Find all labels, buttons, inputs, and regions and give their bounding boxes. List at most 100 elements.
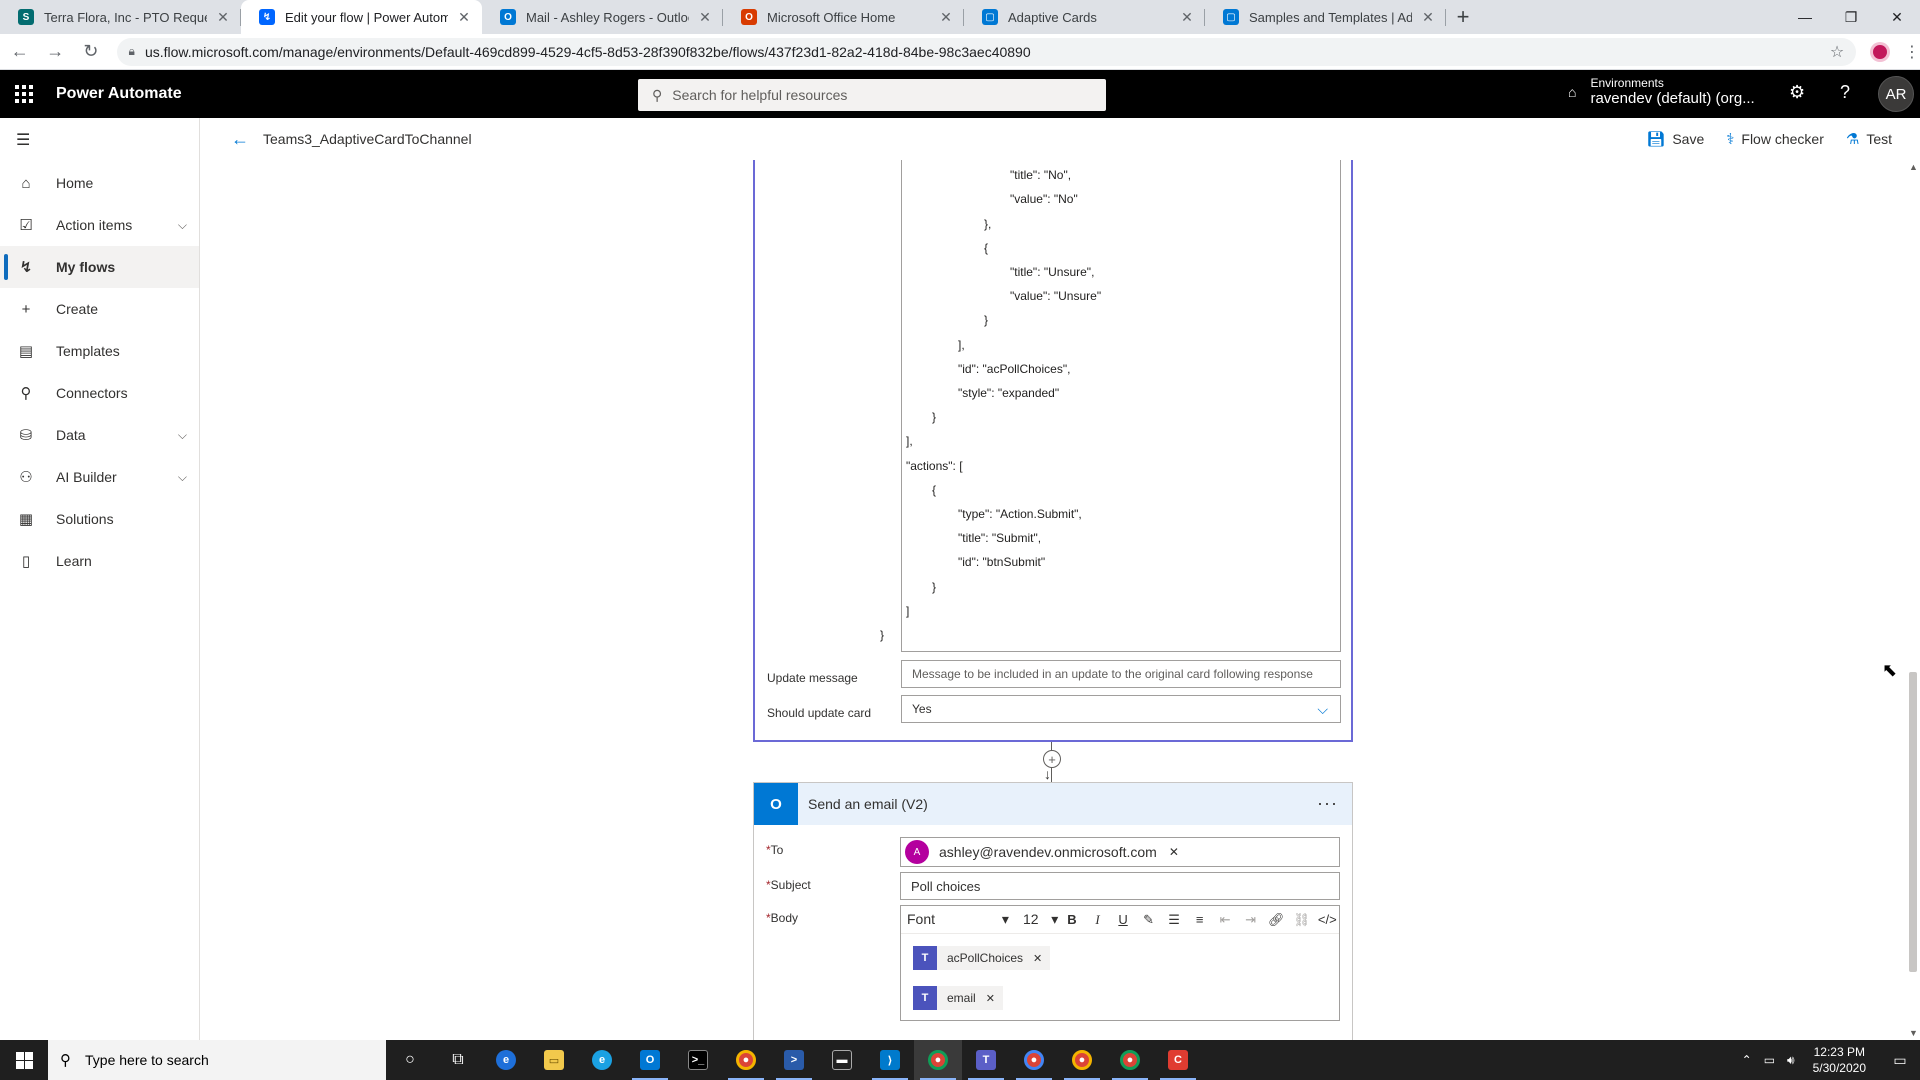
bulleted-list-icon[interactable]: ☰ — [1162, 912, 1186, 928]
console-icon[interactable]: ▬ — [818, 1040, 866, 1080]
browser-tab[interactable]: S Terra Flora, Inc - PTO Requests - ✕ — [0, 0, 241, 34]
flow-checker-button[interactable]: ⚕ Flow checker — [1726, 130, 1824, 148]
start-button[interactable] — [0, 1040, 48, 1080]
tab-close-icon[interactable]: ✕ — [1179, 9, 1195, 25]
search-input[interactable]: ⚲ Search for helpful resources — [638, 79, 1106, 111]
browser-menu-icon[interactable]: ⋮ — [1904, 42, 1920, 62]
body-editor[interactable]: Font ▾ 12 ▾ B I U ✎ ☰ ≡ ⇤ ⇥ 🔗︎ ⛓ </> TacPo… — [900, 905, 1340, 1021]
unlink-icon[interactable]: ⛓ — [1290, 912, 1314, 928]
test-button[interactable]: ⚗ Test — [1846, 130, 1892, 148]
subject-input[interactable]: Poll choices — [900, 872, 1340, 900]
taskbar-search-input[interactable]: ⚲ Type here to search — [48, 1040, 386, 1080]
app-title[interactable]: Power Automate — [56, 85, 182, 103]
volume-icon[interactable]: 🔊︎ — [1787, 1053, 1795, 1068]
should-update-card-dropdown[interactable]: Yes ⌵ — [901, 695, 1341, 723]
file-explorer-icon[interactable]: ▭ — [530, 1040, 578, 1080]
decrease-indent-icon[interactable]: ⇤ — [1213, 912, 1237, 928]
highlight-pen-icon[interactable]: ✎ — [1137, 912, 1161, 928]
nav-item-action-items[interactable]: ☑ Action items ⌵ — [0, 204, 199, 246]
nav-item-connectors[interactable]: ⚲ Connectors — [0, 372, 199, 414]
back-icon[interactable]: ← — [4, 36, 36, 68]
teams-icon[interactable]: T — [962, 1040, 1010, 1080]
settings-gear-icon[interactable]: ⚙ — [1789, 82, 1805, 103]
chevron-down-icon[interactable]: ⌵ — [178, 470, 187, 485]
adaptive-card-json-editor[interactable]: {"title": "No", "value": "No"}, {"title": … — [880, 160, 1341, 652]
browser-tab[interactable]: O Mail - Ashley Rogers - Outlook ✕ — [482, 0, 723, 34]
tab-close-icon[interactable]: ✕ — [938, 9, 954, 25]
browser-tab[interactable]: O Microsoft Office Home ✕ — [723, 0, 964, 34]
outlook-taskbar-icon[interactable]: O — [626, 1040, 674, 1080]
nav-item-templates[interactable]: ▤ Templates — [0, 330, 199, 372]
help-icon[interactable]: ? — [1840, 82, 1850, 103]
chrome-profile-2-icon[interactable]: ● — [1010, 1040, 1058, 1080]
internet-explorer-icon[interactable]: e — [578, 1040, 626, 1080]
scroll-down-icon[interactable]: ▼ — [1909, 1028, 1918, 1038]
vscode-icon[interactable]: ⟩ — [866, 1040, 914, 1080]
remove-token-icon[interactable]: ✕ — [1033, 952, 1042, 965]
scroll-thumb[interactable] — [1909, 672, 1917, 972]
action-center-icon[interactable]: ▭ — [1880, 1052, 1920, 1069]
network-icon[interactable]: ▭ — [1764, 1053, 1775, 1067]
nav-item-data[interactable]: ⛁ Data ⌵ — [0, 414, 199, 456]
tab-close-icon[interactable]: ✕ — [456, 9, 472, 25]
scroll-up-icon[interactable]: ▲ — [1909, 162, 1918, 172]
code-view-icon[interactable]: </> — [1316, 912, 1340, 927]
to-field[interactable]: A ashley@ravendev.onmicrosoft.com ✕ — [900, 837, 1340, 867]
browser-tab[interactable]: ▢ Samples and Templates | Adaptiv ✕ — [1205, 0, 1446, 34]
remove-recipient-icon[interactable]: ✕ — [1169, 845, 1179, 859]
browser-tab[interactable]: ▢ Adaptive Cards ✕ — [964, 0, 1205, 34]
bold-icon[interactable]: B — [1060, 912, 1084, 927]
chevron-down-icon[interactable]: ⌵ — [178, 428, 187, 443]
tab-close-icon[interactable]: ✕ — [697, 9, 713, 25]
increase-indent-icon[interactable]: ⇥ — [1239, 912, 1263, 928]
maximize-icon[interactable]: ❐ — [1828, 0, 1874, 34]
nav-item-create[interactable]: + Create — [0, 288, 199, 330]
chrome-profile-4-icon[interactable]: ● — [1106, 1040, 1154, 1080]
nav-item-ai-builder[interactable]: ⚇ AI Builder ⌵ — [0, 456, 199, 498]
canvas-scrollbar[interactable]: ▲ ▼ — [1906, 160, 1920, 1040]
url-field[interactable]: 🔒︎ us.flow.microsoft.com/manage/environm… — [116, 37, 1857, 66]
underline-icon[interactable]: U — [1111, 912, 1135, 927]
nav-item-solutions[interactable]: ▦ Solutions — [0, 498, 199, 540]
nav-item-home[interactable]: ⌂ Home — [0, 162, 199, 204]
environment-picker[interactable]: ⌂ Environments ravendev (default) (org..… — [1568, 76, 1755, 107]
browser-tab[interactable]: ↯ Edit your flow | Power Automate ✕ — [241, 0, 482, 34]
reload-icon[interactable]: ↻ — [75, 36, 107, 68]
forward-icon[interactable]: → — [40, 36, 72, 68]
send-email-header[interactable]: O Send an email (V2) ··· — [754, 783, 1352, 825]
minimize-icon[interactable]: — — [1782, 0, 1828, 34]
profile-icon[interactable] — [1870, 41, 1890, 62]
dynamic-content-token[interactable]: Temail ✕ — [913, 986, 1003, 1010]
dynamic-content-token[interactable]: TacPollChoices ✕ — [913, 946, 1051, 970]
tab-close-icon[interactable]: ✕ — [215, 9, 231, 25]
edge-legacy-icon[interactable]: e — [482, 1040, 530, 1080]
chrome-icon[interactable]: ● — [722, 1040, 770, 1080]
new-tab-icon[interactable]: + — [1446, 0, 1480, 34]
app-c-icon[interactable]: C — [1154, 1040, 1202, 1080]
font-size-dropdown[interactable]: 12 ▾ — [1023, 911, 1058, 928]
app-launcher-icon[interactable] — [0, 70, 48, 118]
font-dropdown[interactable]: Font ▾ — [907, 911, 1015, 928]
tab-close-icon[interactable]: ✕ — [1420, 9, 1436, 25]
save-button[interactable]: 💾︎ Save — [1646, 130, 1704, 148]
show-hidden-icons-icon[interactable]: ⌃ — [1742, 1053, 1752, 1067]
terminal-icon[interactable]: >_ — [674, 1040, 722, 1080]
italic-icon[interactable]: I — [1086, 912, 1110, 928]
close-window-icon[interactable]: ✕ — [1874, 0, 1920, 34]
nav-item-learn[interactable]: ▯ Learn — [0, 540, 199, 582]
powershell-icon[interactable]: > — [770, 1040, 818, 1080]
hamburger-menu-icon[interactable]: ☰ — [0, 118, 199, 162]
chrome-profile-3-icon[interactable]: ● — [1058, 1040, 1106, 1080]
numbered-list-icon[interactable]: ≡ — [1188, 912, 1212, 927]
update-message-input[interactable]: Message to be included in an update to t… — [901, 660, 1341, 688]
more-options-icon[interactable]: ··· — [1317, 793, 1338, 814]
back-arrow-icon[interactable]: ← — [231, 129, 249, 150]
link-icon[interactable]: 🔗︎ — [1264, 912, 1288, 928]
cortana-icon[interactable]: ○ — [386, 1040, 434, 1080]
avatar[interactable]: AR — [1878, 76, 1914, 112]
bookmark-star-icon[interactable]: ☆ — [1830, 42, 1844, 62]
nav-item-my-flows[interactable]: ↯ My flows — [0, 246, 199, 288]
chrome-profile-icon[interactable]: ● — [914, 1040, 962, 1080]
chevron-down-icon[interactable]: ⌵ — [178, 218, 187, 233]
task-view-icon[interactable]: ⧉ — [434, 1040, 482, 1080]
